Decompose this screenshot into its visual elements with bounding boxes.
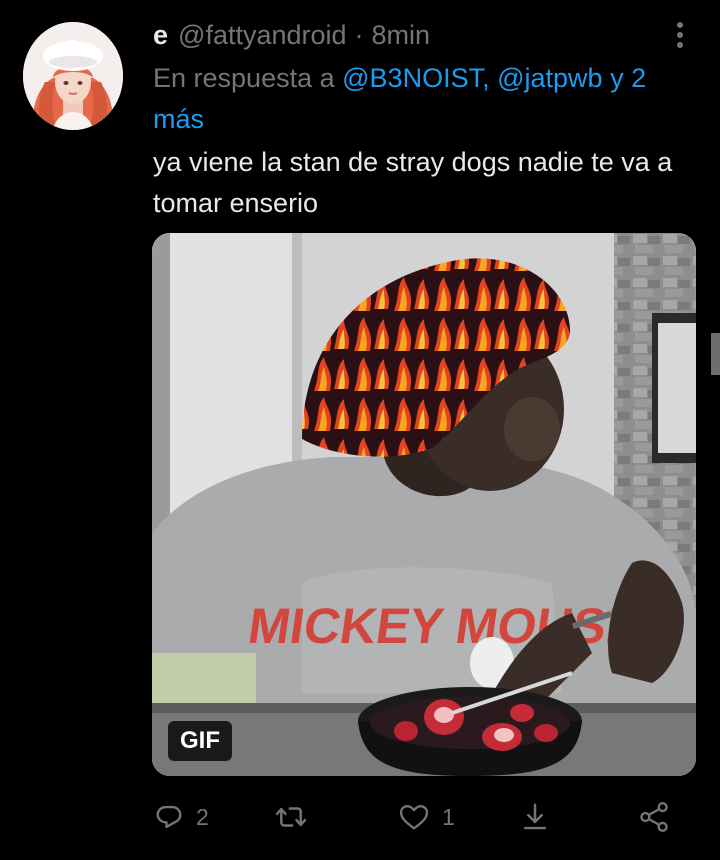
more-icon — [677, 22, 683, 48]
reply-context: En respuesta a @B3NOIST, @jatpwb y 2 más — [153, 58, 703, 140]
heart-icon — [399, 805, 429, 830]
reply-prefix: En respuesta a — [153, 63, 335, 93]
like-button[interactable]: 1 — [398, 795, 455, 839]
share-network-icon — [640, 802, 668, 832]
share-button[interactable] — [520, 795, 550, 839]
retweet-icon — [275, 807, 307, 827]
like-count: 1 — [442, 803, 455, 830]
tweet-actions: 2 1 — [152, 795, 700, 839]
user-handle[interactable]: @fattyandroid — [178, 20, 347, 51]
mention-link[interactable]: @jatpwb — [497, 63, 602, 93]
reply-count: 2 — [196, 803, 209, 830]
scrollbar-thumb[interactable] — [711, 333, 720, 375]
display-name[interactable]: e — [153, 20, 168, 51]
reply-icon — [156, 805, 182, 829]
timestamp[interactable]: 8min — [372, 20, 431, 51]
gif-badge: GIF — [168, 721, 232, 761]
separator-dot: · — [354, 19, 364, 50]
tweet-text: ya viene la stan de stray dogs nadie te … — [153, 147, 673, 218]
avatar[interactable] — [23, 22, 123, 130]
share-network-button[interactable] — [638, 795, 670, 839]
retweet-button[interactable] — [274, 795, 320, 839]
mention-link[interactable]: @B3NOIST, — [342, 63, 489, 93]
gif-media[interactable]: MICKEY MOUSE GIF — [152, 233, 696, 776]
reply-button[interactable]: 2 — [154, 795, 209, 839]
tweet-header: e @fattyandroid · 8min — [153, 16, 430, 54]
avatar-image — [23, 22, 123, 130]
share-icon — [523, 803, 547, 830]
gif-frame: MICKEY MOUSE — [152, 233, 696, 776]
more-options-button[interactable] — [666, 18, 694, 52]
